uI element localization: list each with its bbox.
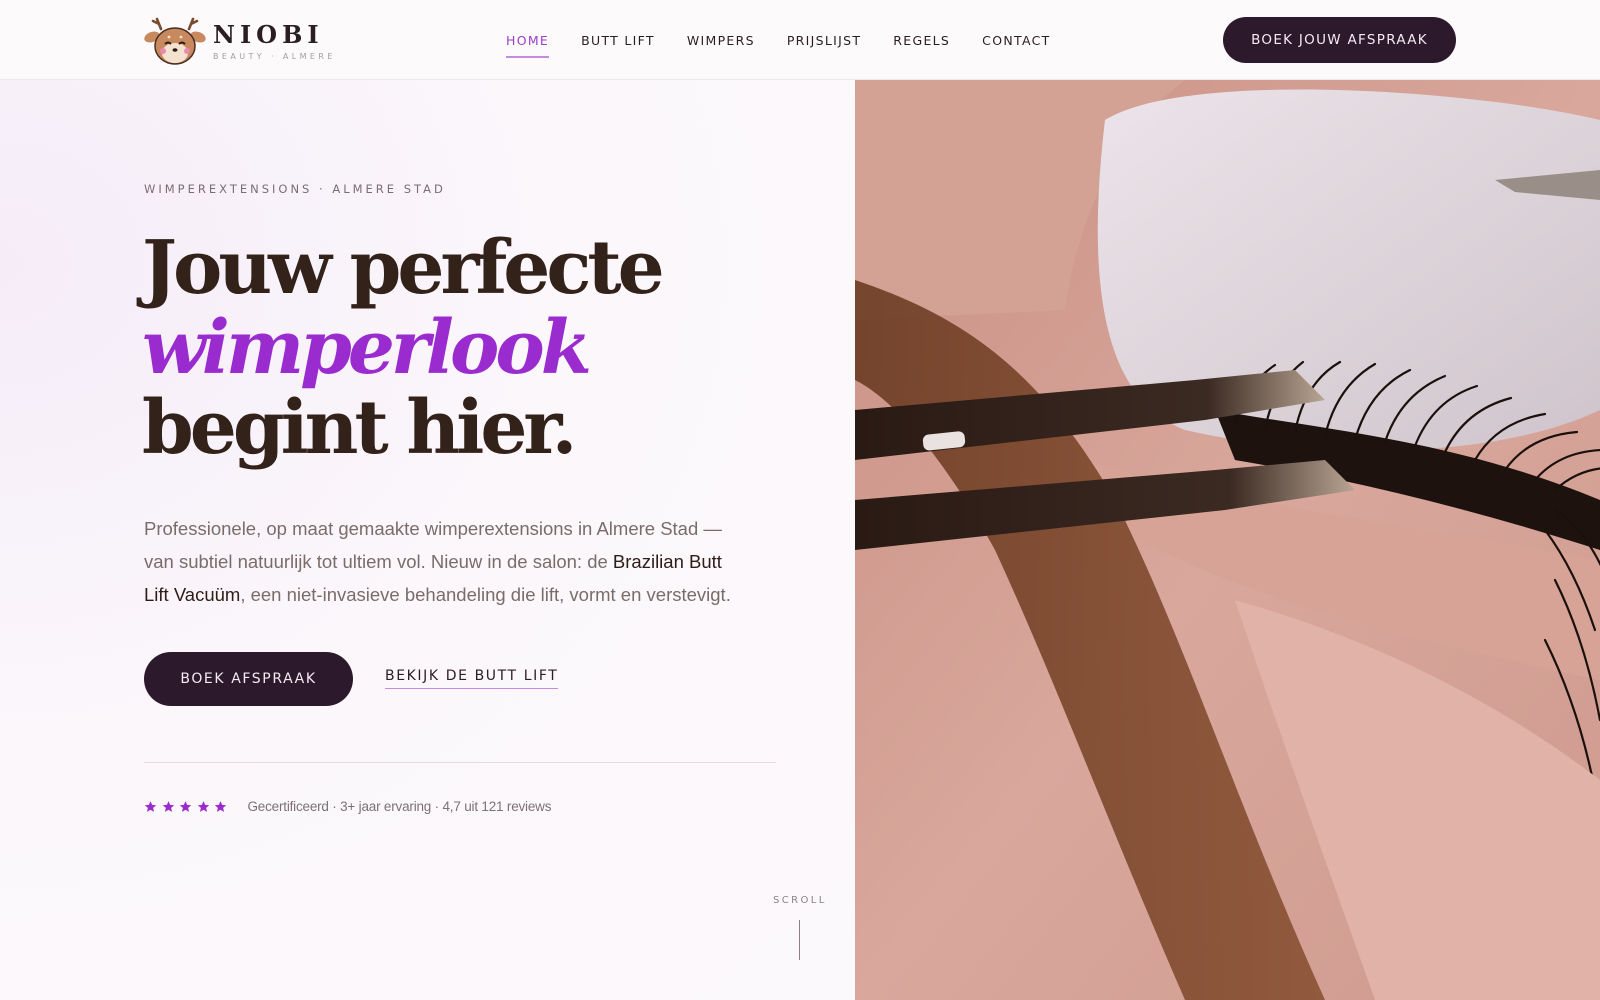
hero-eyebrow: WIMPEREXTENSIONS · ALMERE STAD (144, 182, 446, 196)
star-icon (144, 801, 157, 812)
hero-divider (144, 762, 776, 763)
rating-text: Gecertificeerd · 3+ jaar ervaring · 4,7 … (247, 799, 552, 814)
scroll-indicator-label[interactable]: SCROLL (773, 895, 827, 906)
main-nav: HOME BUTT LIFT WIMPERS PRIJSLIJST REGELS… (506, 0, 1083, 80)
nav-item-wimpers[interactable]: WIMPERS (687, 27, 755, 54)
brand-tagline: BEAUTY · ALMERE (213, 51, 336, 61)
nav-item-contact[interactable]: CONTACT (982, 27, 1050, 54)
nav-item-regels[interactable]: REGELS (893, 27, 950, 54)
star-icon (197, 801, 209, 812)
book-appointment-button[interactable]: BOEK AFSPRAAK (144, 652, 353, 706)
star-icon (179, 801, 192, 812)
nav-item-prijslijst[interactable]: PRIJSLIJST (787, 27, 861, 54)
nav-item-butt-lift[interactable]: BUTT LIFT (581, 27, 655, 54)
hero-intro: Professionele, op maat gemaakte wimperex… (144, 512, 734, 611)
intro-text-2: , een niet-invasieve behandeling die lif… (240, 584, 731, 605)
headline-accent: wimperlook (142, 305, 592, 391)
hero-headline: Jouw perfecte wimperlook begint hier. (142, 228, 842, 468)
brand-logo-link[interactable]: NIOBI BEAUTY · ALMERE (143, 16, 336, 66)
headline-line-1: Jouw perfecte (142, 225, 665, 311)
lash-extension-photo (855, 80, 1600, 1000)
nav-item-home[interactable]: HOME (506, 27, 550, 58)
deer-face-icon (144, 17, 206, 65)
site-header: NIOBI BEAUTY · ALMERE HOME BUTT LIFT WIM… (0, 0, 1600, 80)
star-icon (214, 801, 227, 812)
star-icon (162, 801, 174, 812)
headline-line-3: begint hier. (142, 385, 577, 471)
scroll-indicator-line (799, 920, 800, 960)
book-appointment-header-button[interactable]: BOEK JOUW AFSPRAAK (1223, 17, 1456, 63)
view-butt-lift-link[interactable]: BEKIJK DE BUTT LIFT (385, 668, 559, 689)
rating-stars (144, 800, 232, 813)
brand-name: NIOBI (213, 19, 324, 49)
hero-image-lash-closeup (855, 80, 1600, 1000)
rating-row: Gecertificeerd · 3+ jaar ervaring · 4,7 … (144, 799, 551, 814)
hero-section: WIMPEREXTENSIONS · ALMERE STAD Jouw perf… (0, 80, 855, 1000)
